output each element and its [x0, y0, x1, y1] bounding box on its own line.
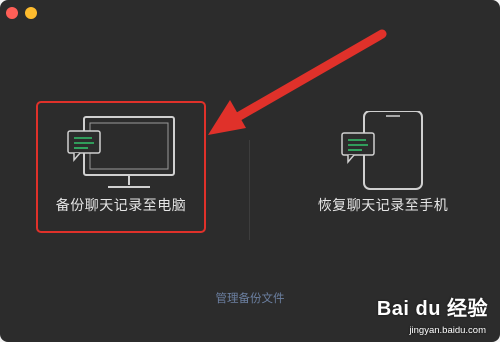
watermark-brand: Bai du 经验	[376, 298, 488, 320]
restore-option-label: 恢复聊天记录至手机	[317, 198, 449, 214]
watermark-url: jingyan.baidu.com	[409, 325, 486, 336]
baidu-jingyan-watermark: Bai du 经验 jingyan.baidu.com	[364, 290, 494, 338]
minimize-window-button[interactable]	[25, 7, 37, 19]
monitor-chat-icon	[67, 116, 175, 188]
close-window-button[interactable]	[6, 7, 18, 19]
option-divider	[249, 140, 250, 240]
backup-to-computer-option[interactable]: 备份聊天记录至电脑	[36, 101, 206, 233]
backup-restore-window: 备份聊天记录至电脑 恢复聊天记录至手机 管理备份文件 Bai du 经验 jin…	[0, 0, 500, 342]
phone-chat-icon	[341, 111, 423, 190]
restore-to-phone-option[interactable]: 恢复聊天记录至手机	[298, 101, 468, 233]
backup-option-label: 备份聊天记录至电脑	[55, 198, 187, 214]
